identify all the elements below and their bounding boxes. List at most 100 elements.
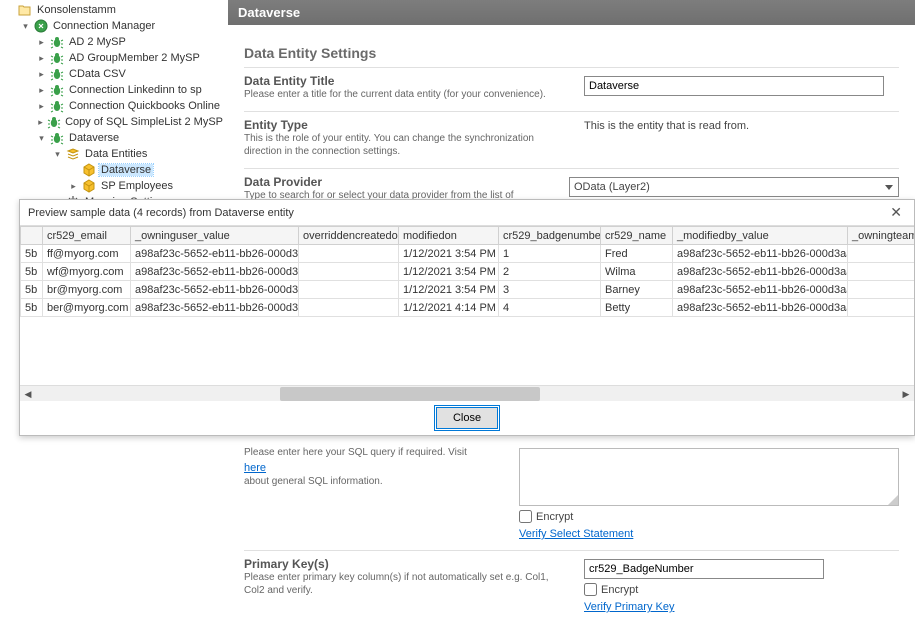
sql-textarea[interactable] [519, 448, 899, 506]
expand-icon[interactable]: ▸ [36, 53, 47, 64]
tree-data-entities[interactable]: ▾Data Entities [4, 146, 225, 162]
cell: 1 [499, 245, 601, 263]
table-row[interactable]: 5bbr@myorg.coma98af23c-5652-eb11-bb26-00… [21, 281, 915, 299]
entity-title-input[interactable] [584, 76, 884, 96]
pk-label: Primary Key(s) [244, 557, 564, 571]
tree-connection-item[interactable]: ▸ Connection Linkedinn to sp [4, 82, 225, 98]
cell [848, 263, 915, 281]
cell: 4 [499, 299, 601, 317]
close-button[interactable]: Close [436, 407, 498, 429]
resize-handle-icon[interactable] [888, 495, 898, 505]
cell: 1/12/2021 3:54 PM [399, 263, 499, 281]
connection-icon [49, 34, 65, 50]
cell: a98af23c-5652-eb11-bb26-000d3aab6b87 [673, 245, 848, 263]
cell: a98af23c-5652-eb11-bb26-000d3aab6b87 [131, 263, 299, 281]
table-row[interactable]: 5bwf@myorg.coma98af23c-5652-eb11-bb26-00… [21, 263, 915, 281]
tree-connection-item[interactable]: ▸ AD 2 MySP [4, 34, 225, 50]
tree-connection-manager[interactable]: ▾ Connection Manager [4, 18, 225, 34]
cell [299, 281, 399, 299]
preview-grid[interactable]: cr529_email_owninguser_valueoverriddencr… [20, 225, 914, 385]
column-header[interactable]: cr529_name [601, 227, 673, 245]
tree-connection-item[interactable]: ▸ CData CSV [4, 66, 225, 82]
connection-icon [49, 66, 65, 82]
cell: 3 [499, 281, 601, 299]
expand-icon[interactable]: ▸ [36, 117, 45, 128]
column-header[interactable]: _modifiedby_value [673, 227, 848, 245]
expand-icon[interactable]: ▸ [36, 101, 47, 112]
collapse-icon[interactable]: ▾ [36, 133, 47, 144]
cell: Barney [601, 281, 673, 299]
tree-connection-item[interactable]: ▸AD GroupMember 2 MySP [4, 50, 225, 66]
cell: 1/12/2021 3:54 PM [399, 245, 499, 263]
tree-label: CData CSV [67, 68, 128, 80]
column-header[interactable]: cr529_badgenumber [499, 227, 601, 245]
tree-entity-item[interactable]: ▸Dataverse [4, 162, 225, 178]
scroll-left-icon[interactable]: ◀ [20, 386, 36, 402]
cell: a98af23c-5652-eb11-bb26-000d3aab6b87 [131, 299, 299, 317]
column-header[interactable]: overriddencreatedon [299, 227, 399, 245]
expand-icon[interactable]: ▸ [36, 37, 47, 48]
data-provider-value: OData (Layer2) [574, 181, 650, 193]
expand-icon[interactable]: ▸ [36, 69, 47, 80]
sql-hint: Please enter here your SQL query if requ… [244, 446, 499, 488]
expand-icon[interactable]: ▸ [36, 85, 47, 96]
column-header[interactable] [21, 227, 43, 245]
cell: 5b [21, 263, 43, 281]
column-header[interactable]: _owningteam_value [848, 227, 915, 245]
tree-connection-item[interactable]: ▸ Copy of SQL SimpleList 2 MySP [4, 114, 225, 130]
collapse-icon[interactable]: ▾ [20, 21, 31, 32]
field-entity-title: Data Entity Title Please enter a title f… [244, 67, 899, 111]
encrypt-pk-checkbox[interactable]: Encrypt [584, 583, 638, 596]
field-sql: Please enter here your SQL query if requ… [244, 440, 899, 550]
close-icon[interactable]: ✕ [886, 204, 906, 221]
cell: Betty [601, 299, 673, 317]
entity-icon [81, 162, 97, 178]
connection-manager-icon [33, 18, 49, 34]
cell: a98af23c-5652-eb11-bb26-000d3aab6b87 [673, 281, 848, 299]
primary-key-input[interactable] [584, 559, 824, 579]
cell: a98af23c-5652-eb11-bb26-000d3aab6b87 [673, 263, 848, 281]
cell: 5b [21, 245, 43, 263]
table-row[interactable]: 5bff@myorg.coma98af23c-5652-eb11-bb26-00… [21, 245, 915, 263]
connection-icon [47, 114, 61, 130]
tree-connection-item[interactable]: ▸Connection Quickbooks Online [4, 98, 225, 114]
horizontal-scrollbar[interactable]: ◀ ▶ [20, 385, 914, 401]
cell: Wilma [601, 263, 673, 281]
panel-header: Dataverse [228, 0, 915, 25]
cell [848, 299, 915, 317]
tree-label: Copy of SQL SimpleList 2 MySP [63, 116, 225, 128]
tree-label: Connection Linkedinn to sp [67, 84, 204, 96]
verify-select-link[interactable]: Verify Select Statement [519, 528, 633, 540]
data-provider-select[interactable]: OData (Layer2) [569, 177, 899, 197]
cell: a98af23c-5652-eb11-bb26-000d3aab6b87 [131, 281, 299, 299]
cell: a98af23c-5652-eb11-bb26-000d3aab6b87 [131, 245, 299, 263]
expand-icon[interactable]: ▸ [68, 181, 79, 192]
cell: wf@myorg.com [43, 263, 131, 281]
tree-connection-item[interactable]: ▾Dataverse [4, 130, 225, 146]
connection-icon [49, 50, 65, 66]
tree-label: Connection Manager [51, 20, 157, 32]
verify-pk-link[interactable]: Verify Primary Key [584, 601, 674, 613]
column-header[interactable]: cr529_email [43, 227, 131, 245]
preview-dialog: Preview sample data (4 records) from Dat… [19, 199, 915, 436]
stack-icon [65, 146, 81, 162]
encrypt-sql-checkbox[interactable]: Encrypt [519, 510, 573, 523]
entity-icon [81, 178, 97, 194]
tree-label: SP Employees [99, 180, 175, 192]
entity-title-hint: Please enter a title for the current dat… [244, 88, 564, 101]
tree-entity-item[interactable]: ▸ SP Employees [4, 178, 225, 194]
scroll-thumb[interactable] [280, 387, 540, 401]
table-row[interactable]: 5bber@myorg.coma98af23c-5652-eb11-bb26-0… [21, 299, 915, 317]
folder-icon [17, 2, 33, 18]
collapse-icon[interactable]: ▾ [52, 149, 63, 160]
column-header[interactable]: _owninguser_value [131, 227, 299, 245]
cell: 1/12/2021 4:14 PM [399, 299, 499, 317]
scroll-right-icon[interactable]: ▶ [898, 386, 914, 402]
cell [848, 245, 915, 263]
tree-root[interactable]: ▸ Konsolenstamm [4, 2, 225, 18]
connection-icon [49, 82, 65, 98]
tree-label: AD 2 MySP [67, 36, 128, 48]
column-header[interactable]: modifiedon [399, 227, 499, 245]
sql-link[interactable]: here [244, 461, 266, 475]
data-provider-label: Data Provider [244, 175, 549, 189]
